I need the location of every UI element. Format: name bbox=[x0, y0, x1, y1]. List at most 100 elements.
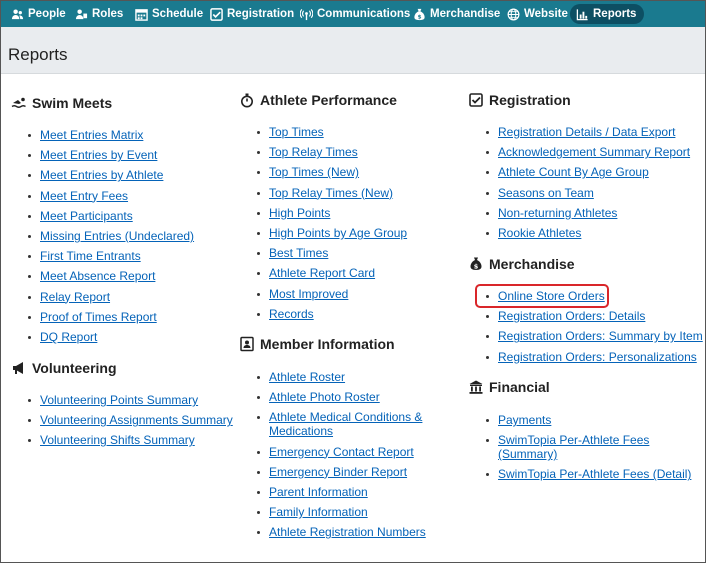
link-top-relay-times[interactable]: Top Relay Times bbox=[269, 145, 358, 159]
link-emergency-contact-report[interactable]: Emergency Contact Report bbox=[269, 445, 414, 459]
link-athlete-photo-roster[interactable]: Athlete Photo Roster bbox=[269, 390, 380, 404]
link-non-returning-athletes[interactable]: Non-returning Athletes bbox=[498, 206, 617, 220]
list-item: Top Relay Times bbox=[256, 145, 407, 159]
link-per-athlete-fees-detail[interactable]: SwimTopia Per-Athlete Fees (Detail) bbox=[498, 467, 691, 481]
list-item: Registration Orders: Details bbox=[485, 309, 703, 323]
nav-communications[interactable]: Communications bbox=[300, 1, 410, 27]
link-registration-orders-personalizations[interactable]: Registration Orders: Personalizations bbox=[498, 350, 697, 364]
nav-registration[interactable]: Registration bbox=[210, 1, 294, 27]
link-meet-entries-by-athlete[interactable]: Meet Entries by Athlete bbox=[40, 168, 163, 182]
list-item: SwimTopia Per-Athlete Fees (Detail) bbox=[485, 467, 691, 481]
link-athlete-roster[interactable]: Athlete Roster bbox=[269, 370, 345, 384]
list-item: Registration Orders: Personalizations bbox=[485, 350, 703, 364]
link-volunteering-assignments-summary[interactable]: Volunteering Assignments Summary bbox=[40, 413, 233, 427]
nav-schedule[interactable]: Schedule bbox=[135, 1, 203, 27]
link-acknowledgement-summary[interactable]: Acknowledgement Summary Report bbox=[498, 145, 690, 159]
nav-people-label: People bbox=[28, 8, 66, 20]
link-best-times[interactable]: Best Times bbox=[269, 246, 328, 260]
list-item: Most Improved bbox=[256, 287, 407, 301]
checkbox-icon bbox=[469, 93, 483, 107]
list-item: Relay Report bbox=[27, 290, 194, 304]
link-payments[interactable]: Payments bbox=[498, 413, 551, 427]
link-dq-report[interactable]: DQ Report bbox=[40, 330, 97, 344]
roles-icon bbox=[75, 8, 88, 19]
list-item: Athlete Photo Roster bbox=[256, 390, 439, 404]
link-registration-details[interactable]: Registration Details / Data Export bbox=[498, 125, 675, 139]
highlight-box bbox=[475, 284, 609, 308]
nav-roles[interactable]: Roles bbox=[75, 1, 123, 27]
svg-text:$: $ bbox=[418, 14, 422, 20]
list-item: DQ Report bbox=[27, 330, 194, 344]
megaphone-icon bbox=[13, 362, 23, 374]
list-item: Meet Entries by Event bbox=[27, 148, 194, 162]
link-meet-entries-by-event[interactable]: Meet Entries by Event bbox=[40, 148, 157, 162]
link-top-times-new[interactable]: Top Times (New) bbox=[269, 165, 359, 179]
nav-communications-label: Communications bbox=[317, 8, 411, 20]
list-item: Parent Information bbox=[256, 485, 439, 499]
section-member-information-title: Member Information bbox=[239, 336, 395, 352]
nav-reports[interactable]: Reports bbox=[570, 4, 645, 24]
link-high-points[interactable]: High Points bbox=[269, 206, 330, 220]
list-item: Athlete Roster bbox=[256, 370, 439, 384]
stopwatch-icon bbox=[241, 93, 253, 108]
list-item: Top Times (New) bbox=[256, 165, 407, 179]
nav-schedule-label: Schedule bbox=[152, 8, 204, 20]
link-athlete-medical-conditions[interactable]: Athlete Medical Conditions & Medications bbox=[269, 410, 422, 438]
list-item: First Time Entrants bbox=[27, 249, 194, 263]
list-item: Registration Details / Data Export bbox=[485, 125, 690, 139]
link-top-times[interactable]: Top Times bbox=[269, 125, 324, 139]
link-meet-entry-fees[interactable]: Meet Entry Fees bbox=[40, 189, 128, 203]
volunteering-list: Volunteering Points Summary Volunteering… bbox=[27, 393, 233, 447]
link-registration-orders-summary-by-item[interactable]: Registration Orders: Summary by Item bbox=[498, 329, 703, 343]
link-meet-absence-report[interactable]: Meet Absence Report bbox=[40, 269, 155, 283]
section-swim-meets-title: Swim Meets bbox=[11, 95, 112, 111]
list-item: Meet Entry Fees bbox=[27, 189, 194, 203]
checkbox-icon bbox=[210, 7, 223, 21]
link-meet-participants[interactable]: Meet Participants bbox=[40, 209, 133, 223]
section-registration-title: Registration bbox=[468, 92, 571, 108]
swim-meets-list: Meet Entries Matrix Meet Entries by Even… bbox=[27, 128, 194, 344]
link-per-athlete-fees-summary[interactable]: SwimTopia Per-Athlete Fees (Summary) bbox=[498, 433, 649, 461]
list-item: Athlete Registration Numbers bbox=[256, 525, 439, 539]
list-item: Athlete Count By Age Group bbox=[485, 165, 690, 179]
section-volunteering-title: Volunteering bbox=[11, 360, 117, 376]
list-item: High Points bbox=[256, 206, 407, 220]
nav-website-label: Website bbox=[524, 8, 568, 20]
nav-registration-label: Registration bbox=[227, 8, 295, 20]
list-item: Registration Orders: Summary by Item bbox=[485, 329, 703, 343]
link-relay-report[interactable]: Relay Report bbox=[40, 290, 110, 304]
link-high-points-by-age-group[interactable]: High Points by Age Group bbox=[269, 226, 407, 240]
link-first-time-entrants[interactable]: First Time Entrants bbox=[40, 249, 141, 263]
app-window: People Roles Schedule Registration Commu… bbox=[0, 0, 706, 563]
nav-website[interactable]: Website bbox=[507, 1, 568, 27]
list-item: Rookie Athletes bbox=[485, 226, 690, 240]
swimmer-icon bbox=[11, 97, 26, 108]
link-most-improved[interactable]: Most Improved bbox=[269, 287, 348, 301]
link-emergency-binder-report[interactable]: Emergency Binder Report bbox=[269, 465, 407, 479]
globe-icon bbox=[507, 8, 520, 20]
athlete-performance-list: Top Times Top Relay Times Top Times (New… bbox=[256, 125, 407, 321]
list-item: Best Times bbox=[256, 246, 407, 260]
link-missing-entries[interactable]: Missing Entries (Undeclared) bbox=[40, 229, 194, 243]
link-top-relay-times-new[interactable]: Top Relay Times (New) bbox=[269, 186, 393, 200]
link-seasons-on-team[interactable]: Seasons on Team bbox=[498, 186, 594, 200]
list-item: High Points by Age Group bbox=[256, 226, 407, 240]
list-item: Emergency Contact Report bbox=[256, 445, 439, 459]
link-family-information[interactable]: Family Information bbox=[269, 505, 368, 519]
nav-merchandise[interactable]: $ Merchandise bbox=[413, 1, 500, 27]
link-volunteering-shifts-summary[interactable]: Volunteering Shifts Summary bbox=[40, 433, 195, 447]
link-volunteering-points-summary[interactable]: Volunteering Points Summary bbox=[40, 393, 198, 407]
link-athlete-count-by-age-group[interactable]: Athlete Count By Age Group bbox=[498, 165, 649, 179]
link-meet-entries-matrix[interactable]: Meet Entries Matrix bbox=[40, 128, 143, 142]
link-registration-orders-details[interactable]: Registration Orders: Details bbox=[498, 309, 645, 323]
nav-roles-label: Roles bbox=[92, 8, 124, 20]
link-rookie-athletes[interactable]: Rookie Athletes bbox=[498, 226, 581, 240]
link-records[interactable]: Records bbox=[269, 307, 314, 321]
link-parent-information[interactable]: Parent Information bbox=[269, 485, 368, 499]
link-proof-of-times-report[interactable]: Proof of Times Report bbox=[40, 310, 157, 324]
list-item: Acknowledgement Summary Report bbox=[485, 145, 690, 159]
link-athlete-report-card[interactable]: Athlete Report Card bbox=[269, 266, 375, 280]
link-athlete-registration-numbers[interactable]: Athlete Registration Numbers bbox=[269, 525, 426, 539]
list-item: Seasons on Team bbox=[485, 186, 690, 200]
nav-people[interactable]: People bbox=[11, 1, 66, 27]
